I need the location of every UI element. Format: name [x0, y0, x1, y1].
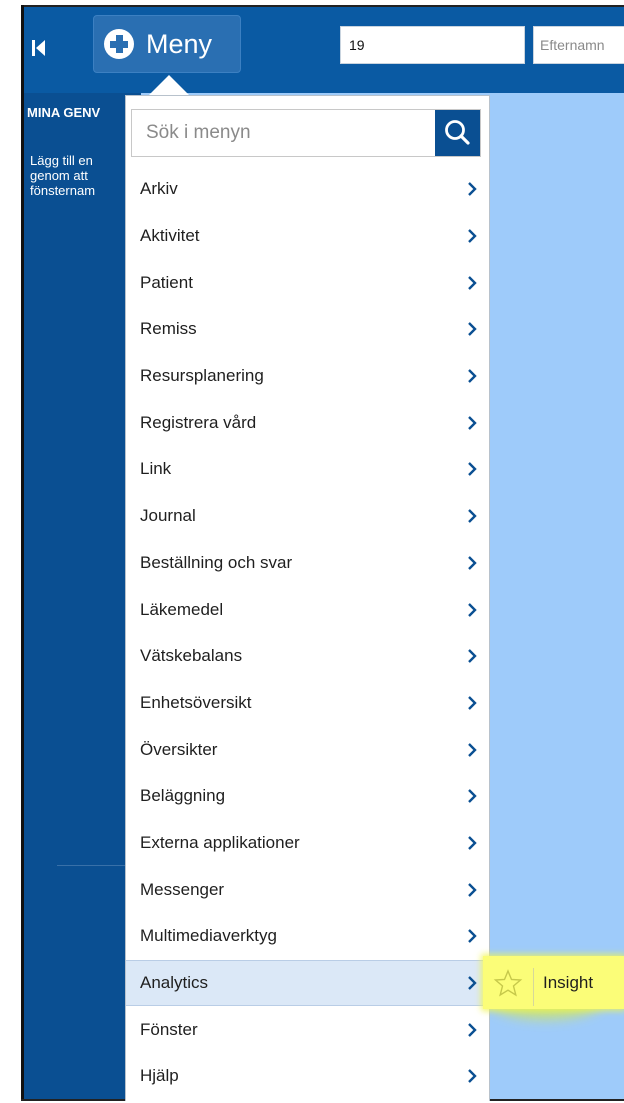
menu-item-label: Multimediaverktyg	[140, 926, 277, 946]
menu-pointer-arrow	[149, 75, 189, 95]
menu-item-remiss[interactable]: Remiss	[126, 306, 489, 353]
chevron-right-icon	[468, 649, 477, 664]
menu-item-label: Läkemedel	[140, 599, 224, 619]
menu-button-label: Meny	[146, 28, 213, 59]
menu-item-label: Översikter	[140, 739, 218, 759]
menu-item-aktivitet[interactable]: Aktivitet	[126, 213, 489, 260]
chevron-right-icon	[468, 229, 477, 243]
application-window: Meny MINA GENV Lägg till en genom att fö…	[21, 5, 624, 1101]
chevron-right-icon	[468, 1022, 477, 1037]
chevron-right-icon	[468, 509, 477, 524]
chevron-right-icon	[468, 929, 477, 944]
surname-field[interactable]	[533, 26, 624, 64]
chevron-right-icon	[468, 602, 477, 617]
menu-item-messenger[interactable]: Messenger	[126, 866, 489, 913]
menu-item-patient[interactable]: Patient	[126, 259, 489, 306]
search-icon	[445, 120, 470, 145]
chevron-right-icon	[468, 369, 477, 383]
chevron-right-icon	[468, 555, 477, 570]
patient-id-field[interactable]	[340, 26, 525, 64]
menu-item-enhetsoversikt[interactable]: Enhetsöversikt	[126, 680, 489, 727]
menu-item-journal[interactable]: Journal	[126, 493, 489, 540]
menu-item-oversikter[interactable]: Översikter	[126, 726, 489, 773]
menu-item-multimediaverktyg[interactable]: Multimediaverktyg	[126, 913, 489, 960]
menu-item-externa-applikationer[interactable]: Externa applikationer	[126, 820, 489, 867]
chevron-right-icon	[468, 275, 477, 290]
collapse-sidebar-button[interactable]	[27, 32, 49, 64]
shortcuts-sidebar: MINA GENV Lägg till en genom att fönster…	[21, 93, 141, 1101]
window-left-border	[21, 5, 24, 1101]
window-top-border	[21, 5, 624, 7]
menu-item-link[interactable]: Link	[126, 446, 489, 493]
chevron-right-icon	[468, 182, 477, 197]
submenu-separator	[533, 968, 534, 1006]
menu-item-resursplanering[interactable]: Resursplanering	[126, 353, 489, 400]
menu-item-label: Vätskebalans	[140, 646, 243, 666]
submenu-item-label: Insight	[543, 972, 594, 992]
menu-item-label: Analytics	[140, 973, 209, 993]
menu-item-vatskebalans[interactable]: Vätskebalans	[126, 633, 489, 680]
sidebar-title: MINA GENV	[27, 105, 101, 120]
menu-item-label: Journal	[140, 506, 196, 526]
menu-item-label: Aktivitet	[140, 226, 200, 246]
menu-search-button[interactable]	[435, 110, 480, 156]
menu-search-box	[131, 109, 481, 157]
chevron-right-icon	[468, 742, 477, 757]
menu-item-lakemedel[interactable]: Läkemedel	[126, 586, 489, 633]
top-toolbar: Meny	[21, 5, 624, 93]
menu-item-analytics[interactable]: Analytics	[126, 959, 489, 1007]
chevron-right-icon	[468, 462, 477, 477]
menu-item-label: Messenger	[140, 879, 225, 899]
menu-item-label: Fönster	[140, 1019, 198, 1039]
menu-item-registrera-vard[interactable]: Registrera vård	[126, 399, 489, 446]
menu-item-label: Externa applikationer	[140, 832, 300, 852]
chevron-right-icon	[468, 322, 477, 337]
menu-item-fonster[interactable]: Fönster	[126, 1006, 489, 1053]
chevron-right-icon	[468, 1069, 477, 1084]
plus-circle-icon	[104, 29, 134, 59]
menu-item-label: Patient	[140, 272, 193, 292]
menu-item-label: Beläggning	[140, 786, 226, 806]
menu-button[interactable]: Meny	[93, 15, 241, 73]
menu-item-arkiv[interactable]: Arkiv	[126, 166, 489, 213]
chevron-right-icon	[468, 415, 477, 430]
menu-item-label: Enhetsöversikt	[140, 692, 252, 712]
chevron-right-icon	[468, 976, 477, 990]
main-menu-dropdown: Arkiv Aktivitet Patient Remiss Resurspla…	[125, 95, 490, 1101]
menu-item-label: Beställning och svar	[140, 552, 293, 572]
menu-item-label: Registrera vård	[140, 412, 257, 432]
menu-search-input[interactable]	[132, 110, 432, 156]
submenu-item-insight[interactable]: Insight	[487, 960, 624, 1006]
menu-item-bestallning-och-svar[interactable]: Beställning och svar	[126, 540, 489, 587]
menu-list: Arkiv Aktivitet Patient Remiss Resurspla…	[126, 166, 489, 1100]
chevron-right-icon	[468, 836, 477, 850]
chevron-right-icon	[468, 696, 477, 710]
chevron-right-icon	[468, 789, 477, 804]
menu-item-label: Link	[140, 459, 172, 479]
collapse-icon-bar	[31, 40, 35, 56]
chevron-right-icon	[468, 882, 477, 897]
collapse-icon	[35, 40, 45, 56]
menu-item-label: Hjälp	[140, 1066, 179, 1086]
star-icon[interactable]	[493, 968, 523, 998]
menu-item-label: Arkiv	[140, 179, 178, 199]
menu-item-label: Resursplanering	[140, 366, 264, 386]
menu-item-belaggning[interactable]: Beläggning	[126, 773, 489, 820]
analytics-submenu: Insight	[483, 956, 624, 1009]
menu-item-hjalp[interactable]: Hjälp	[126, 1053, 489, 1100]
menu-item-label: Remiss	[140, 319, 197, 339]
